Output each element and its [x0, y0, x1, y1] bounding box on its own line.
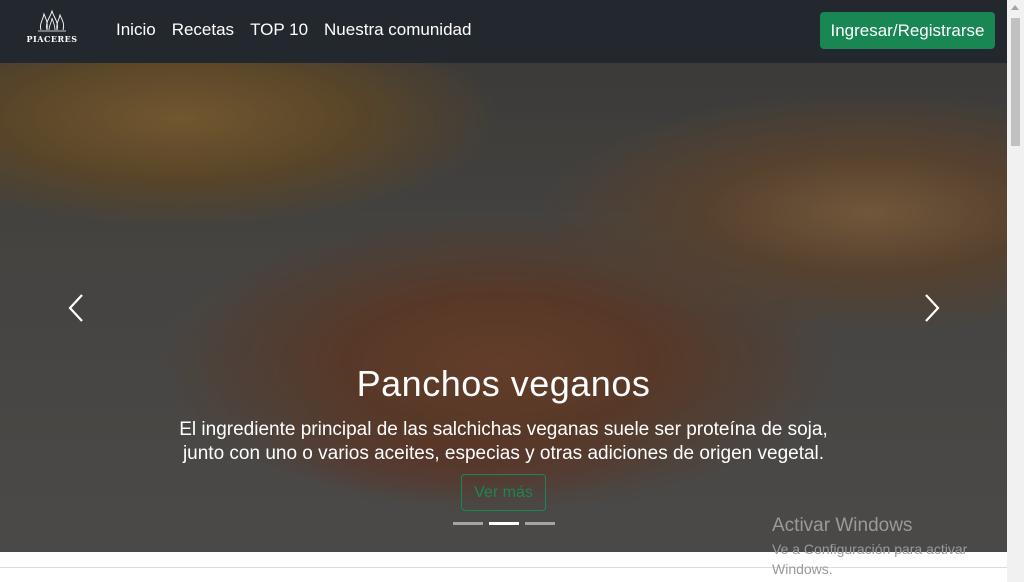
slide-description-line-2: junto con uno o varios aceites, especias… [182, 443, 825, 464]
slide-description: El ingrediente principal de las salchich… [0, 418, 1007, 466]
brand-name: PIACERES [26, 34, 78, 44]
nav-link-inicio[interactable]: Inicio [116, 20, 156, 40]
brand-logo[interactable]: PIACERES [26, 10, 78, 50]
carousel-indicator-2[interactable] [489, 522, 519, 525]
nav-link-top10[interactable]: TOP 10 [250, 20, 308, 40]
nav-links: Inicio Recetas TOP 10 Nuestra comunidad [116, 20, 487, 40]
see-more-button[interactable]: Ver más [461, 474, 546, 511]
slide-title: Panchos veganos [356, 363, 651, 404]
carousel-indicators [453, 522, 561, 525]
chevron-right-icon [925, 294, 940, 322]
hero-carousel: Panchos veganos El ingrediente principal… [0, 63, 1007, 552]
carousel-next-button[interactable] [916, 293, 946, 323]
login-register-button[interactable]: Ingresar/Registrarse [820, 12, 995, 49]
carousel-prev-button[interactable] [62, 293, 92, 323]
scroll-up-arrow-icon[interactable] [1011, 5, 1019, 10]
watermark-subtitle: Ve a Configuración para activar Windows. [772, 541, 968, 577]
nav-link-comunidad[interactable]: Nuestra comunidad [324, 20, 471, 40]
vertical-scrollbar[interactable] [1007, 0, 1024, 582]
nav-link-recetas[interactable]: Recetas [172, 20, 234, 40]
scroll-thumb[interactable] [1011, 18, 1020, 146]
flame-logo-icon [38, 10, 66, 32]
carousel-indicator-3[interactable] [525, 522, 555, 525]
watermark-title: Activar Windows [772, 515, 913, 536]
windows-activation-watermark: Activar Windows Ve a Configuración para … [772, 515, 992, 579]
slide-description-line-1: El ingrediente principal de las salchich… [179, 419, 828, 440]
top-navbar: PIACERES Inicio Recetas TOP 10 Nuestra c… [0, 0, 1007, 63]
chevron-left-icon [68, 294, 83, 322]
carousel-indicator-1[interactable] [453, 522, 483, 525]
